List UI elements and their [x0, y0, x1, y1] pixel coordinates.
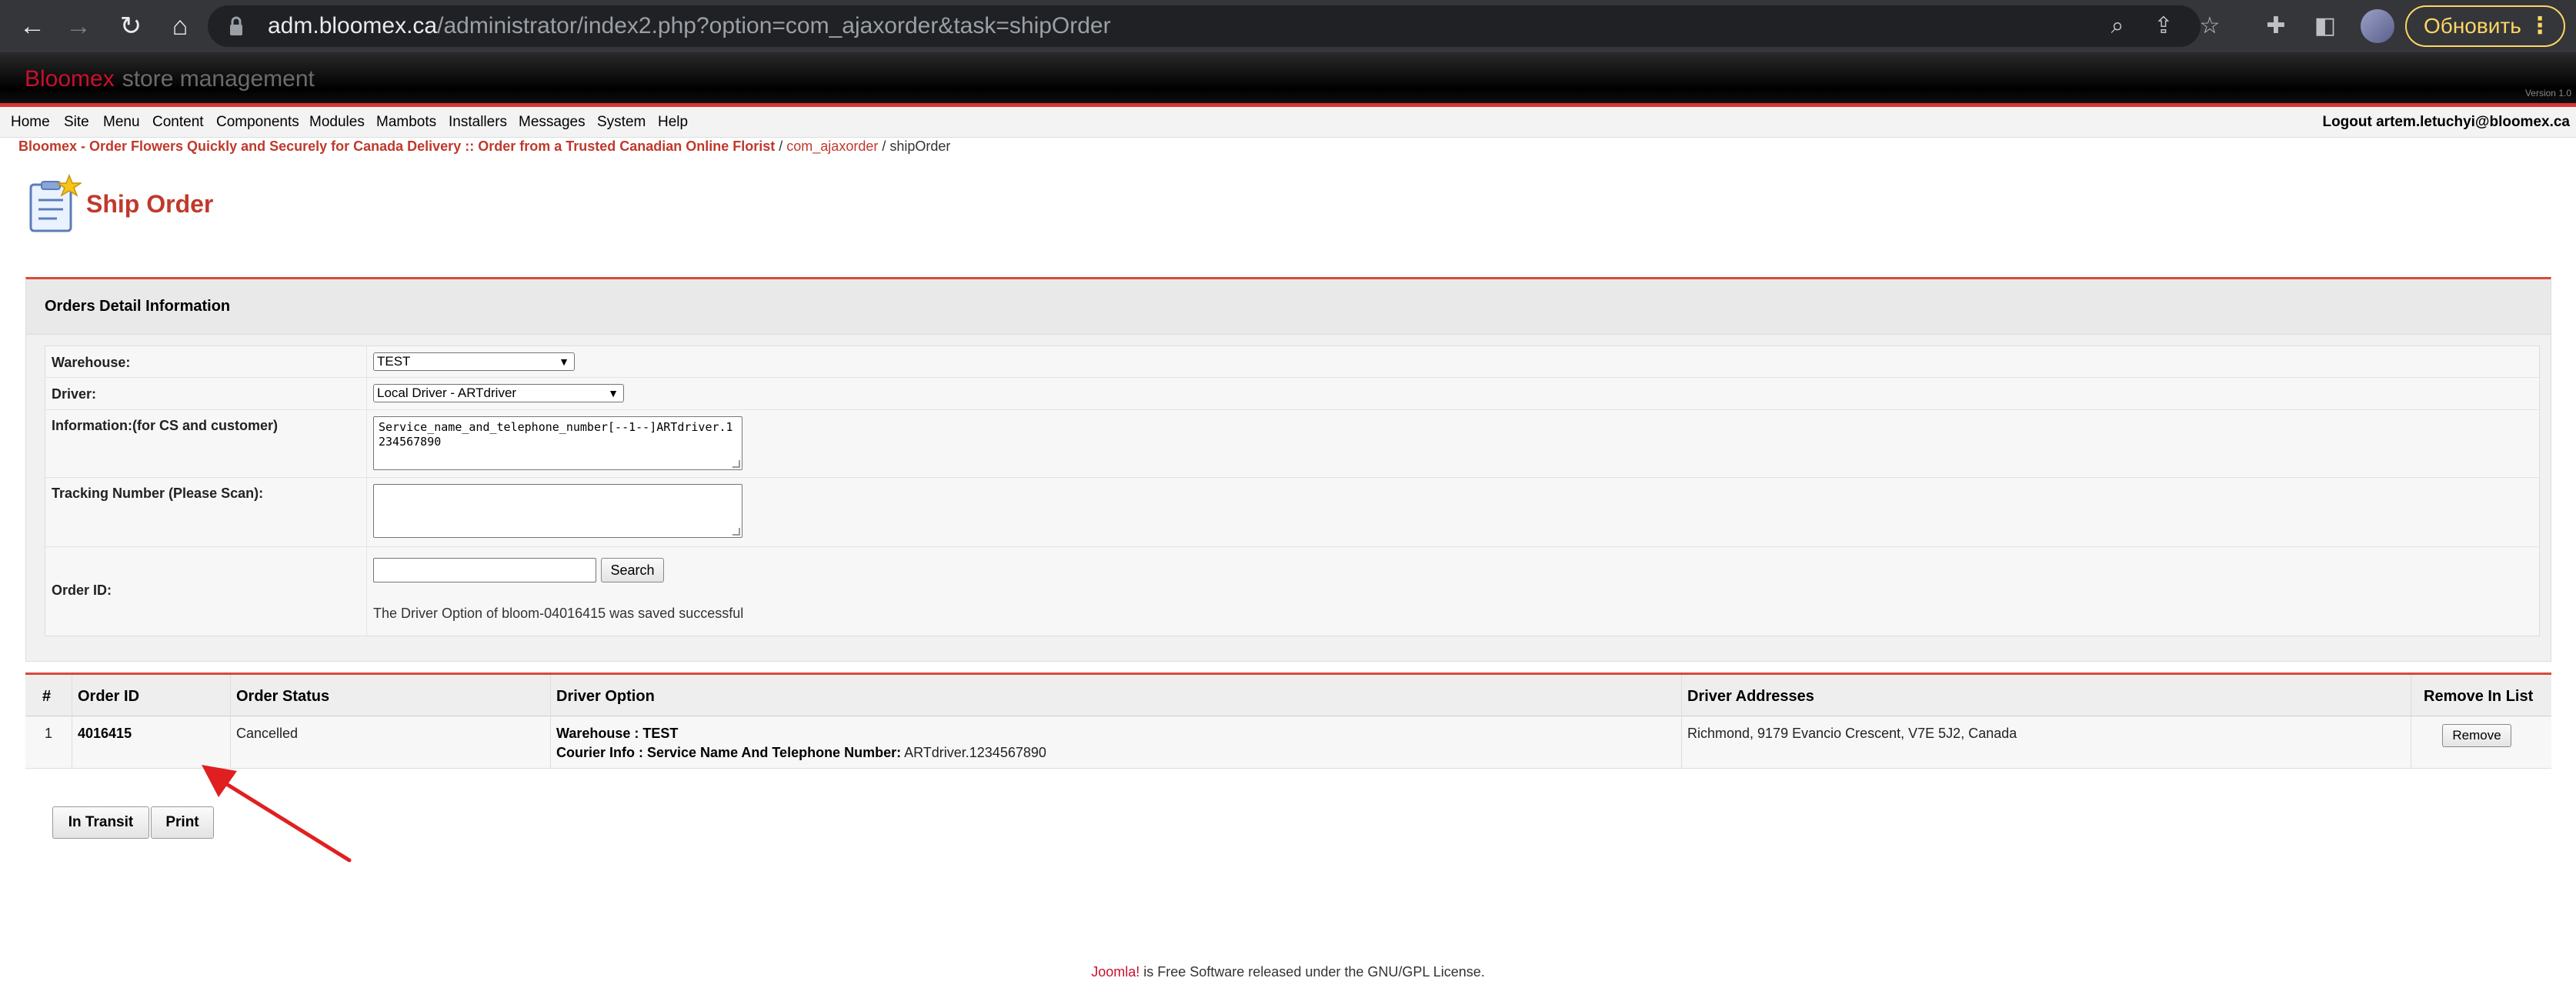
header-order-status: Order Status	[236, 688, 330, 705]
tracking-label: Tracking Number (Please Scan):	[52, 486, 264, 501]
table-header-row: # Order ID Order Status Driver Option Dr…	[25, 675, 2551, 716]
courier-value: ARTdriver.1234567890	[901, 745, 1046, 760]
zoom-icon[interactable]: ⌕	[2101, 9, 2134, 43]
tracking-row: Tracking Number (Please Scan):	[45, 478, 2539, 547]
orders-detail-panel: Orders Detail Information Warehouse: TES…	[25, 277, 2551, 662]
joomla-link[interactable]: Joomla!	[1091, 964, 1140, 980]
remove-button[interactable]: Remove	[2442, 724, 2511, 747]
menu-mambots[interactable]: Mambots	[376, 114, 436, 131]
breadcrumb-separator: /	[775, 139, 787, 154]
header-driver-option: Driver Option	[556, 688, 655, 705]
order-id-label: Order ID:	[52, 582, 112, 598]
browser-toolbar: ← → ↻ ⌂ adm.bloomex.ca/administrator/ind…	[0, 0, 2576, 52]
table-row: 1 4016415 Cancelled Warehouse : TEST Cou…	[25, 716, 2551, 769]
driver-select[interactable]: Local Driver - ARTdriver ▼	[373, 384, 624, 402]
order-id-row: Order ID: Search The Driver Option of bl…	[45, 547, 2539, 636]
version-label: Version 1.0	[2524, 88, 2571, 98]
more-menu-icon: ⋮	[2528, 13, 2551, 38]
tracking-number-textarea[interactable]	[373, 484, 742, 538]
information-textarea[interactable]: Service_name_and_telephone_number[--1--]…	[373, 416, 742, 470]
bookmark-star-icon[interactable]: ☆	[2193, 9, 2227, 43]
panel-header: Orders Detail Information	[26, 279, 2551, 335]
extensions-puzzle-icon[interactable]: ✚	[2259, 9, 2293, 43]
url-path: /administrator/index2.php?option=com_aja…	[437, 13, 1111, 38]
information-text: Service_name_and_telephone_number[--1--]…	[379, 420, 733, 449]
success-message: The Driver Option of bloom-04016415 was …	[373, 606, 744, 621]
header-remove-in-list: Remove In List	[2424, 688, 2534, 705]
breadcrumb-current: shipOrder	[889, 139, 951, 154]
driver-label: Driver:	[52, 386, 97, 402]
search-button[interactable]: Search	[601, 558, 664, 582]
breadcrumb-site-link[interactable]: Bloomex - Order Flowers Quickly and Secu…	[18, 139, 775, 154]
menu-home[interactable]: Home	[11, 114, 50, 131]
breadcrumb-separator: /	[878, 139, 890, 154]
row-warehouse-info: Warehouse : TEST	[556, 726, 679, 741]
detail-form: Warehouse: TEST ▼ Driver: Local Driver - …	[45, 345, 2540, 636]
page-title: Ship Order	[86, 190, 214, 218]
breadcrumb-component-link[interactable]: com_ajaxorder	[786, 139, 878, 154]
profile-avatar[interactable]	[2361, 9, 2394, 43]
resize-handle-icon[interactable]	[732, 528, 740, 536]
order-id-input[interactable]	[373, 558, 596, 582]
share-icon[interactable]: ⇪	[2147, 9, 2181, 43]
chevron-down-icon: ▼	[559, 355, 569, 368]
menu-modules[interactable]: Modules	[309, 114, 365, 131]
footer: Joomla! is Free Software released under …	[0, 964, 2576, 980]
breadcrumb: Bloomex - Order Flowers Quickly and Secu…	[18, 139, 950, 155]
panel-title: Orders Detail Information	[45, 298, 231, 315]
annotation-arrow-icon	[202, 765, 352, 863]
chevron-down-icon: ▼	[608, 387, 619, 399]
menu-messages[interactable]: Messages	[519, 114, 586, 131]
side-panel-icon[interactable]: ◧	[2308, 9, 2342, 43]
main-menu: Home Site Menu Content Components Module…	[0, 107, 2576, 138]
row-driver-address: Richmond, 9179 Evancio Crescent, V7E 5J2…	[1687, 726, 2017, 741]
home-icon[interactable]: ⌂	[163, 9, 197, 43]
update-button[interactable]: Обновить ⋮	[2405, 5, 2565, 47]
admin-header: Bloomex store management Version 1.0	[0, 52, 2576, 105]
logout-link[interactable]: Logout artem.letuchyi@bloomex.ca	[2322, 114, 2570, 131]
clipboard-star-icon	[29, 174, 82, 232]
lock-icon	[230, 16, 242, 35]
reload-icon[interactable]: ↻	[114, 9, 148, 43]
information-row: Information:(for CS and customer) Servic…	[45, 410, 2539, 478]
url-text: adm.bloomex.ca/administrator/index2.php?…	[268, 13, 1111, 39]
menu-site[interactable]: Site	[64, 114, 89, 131]
resize-handle-icon[interactable]	[732, 460, 740, 468]
row-courier-info: Courier Info : Service Name And Telephon…	[556, 745, 1046, 761]
courier-label: Courier Info : Service Name And Telephon…	[556, 745, 902, 760]
in-transit-button[interactable]: In Transit	[52, 806, 149, 839]
information-label: Information:(for CS and customer)	[52, 418, 279, 433]
warehouse-label: Warehouse:	[52, 355, 131, 370]
header-order-id: Order ID	[78, 688, 140, 705]
menu-menu[interactable]: Menu	[103, 114, 140, 131]
brand-name: Bloomex	[25, 66, 115, 92]
driver-row: Driver: Local Driver - ARTdriver ▼	[45, 378, 2539, 410]
url-host: adm.bloomex.ca	[268, 13, 438, 38]
menu-components[interactable]: Components	[216, 114, 299, 131]
menu-content[interactable]: Content	[152, 114, 204, 131]
menu-installers[interactable]: Installers	[449, 114, 507, 131]
warehouse-selected: TEST	[377, 354, 411, 369]
warehouse-select[interactable]: TEST ▼	[373, 352, 575, 371]
address-bar[interactable]: adm.bloomex.ca/administrator/index2.php?…	[208, 5, 2220, 47]
header-driver-addresses: Driver Addresses	[1687, 688, 1814, 705]
header-number: #	[42, 688, 52, 705]
row-order-status: Cancelled	[236, 726, 299, 741]
brand-logo: Bloomex store management	[25, 66, 315, 92]
brand-subtitle: store management	[122, 66, 315, 92]
update-label: Обновить	[2424, 14, 2521, 38]
warehouse-row: Warehouse: TEST ▼	[45, 346, 2539, 378]
back-arrow-icon[interactable]: ←	[15, 9, 49, 43]
row-number: 1	[45, 726, 53, 741]
menu-system[interactable]: System	[597, 114, 646, 131]
driver-selected: Local Driver - ARTdriver	[377, 386, 517, 400]
forward-arrow-icon[interactable]: →	[62, 9, 95, 43]
menu-help[interactable]: Help	[658, 114, 688, 131]
row-order-id: 4016415	[78, 726, 132, 741]
orders-table: # Order ID Order Status Driver Option Dr…	[25, 673, 2551, 769]
footer-text: is Free Software released under the GNU/…	[1140, 964, 1485, 980]
